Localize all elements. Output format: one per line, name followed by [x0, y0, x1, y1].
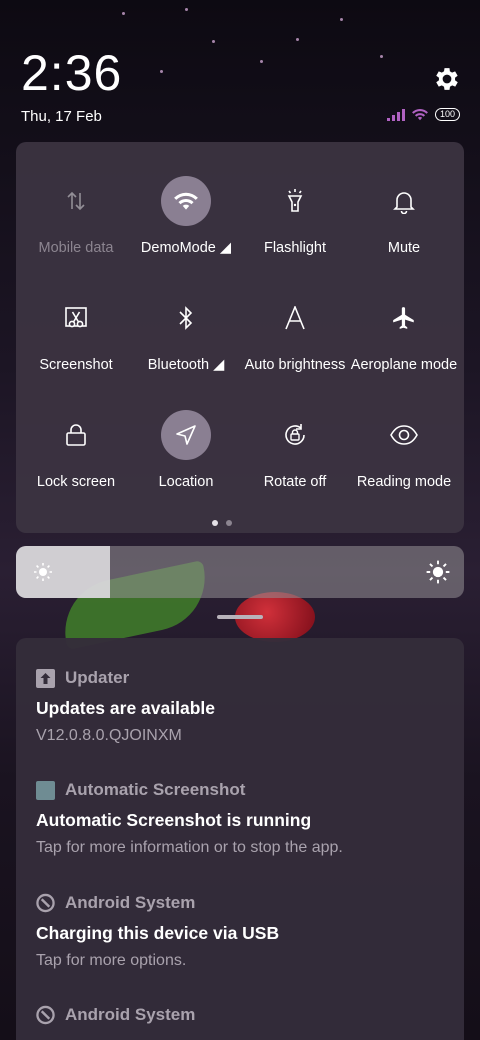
notification-app-name: Android System	[65, 1005, 196, 1024]
wifi-icon	[161, 176, 211, 226]
notification-text: Tap for more information or to stop the …	[36, 839, 343, 856]
tile-label: Flashlight	[263, 240, 327, 256]
notification-app-name: Updater	[65, 668, 130, 687]
tile-mobile-data[interactable]: Mobile data	[20, 142, 132, 256]
notification-card[interactable]: Automatic Screenshot Automatic Screensho…	[36, 778, 448, 857]
tile-label: Mute	[387, 240, 421, 256]
page-dot-active	[212, 520, 218, 526]
tile-bluetooth[interactable]: Bluetooth ◢	[130, 259, 242, 373]
notification-card[interactable]: Android System	[36, 1003, 448, 1027]
tile-demomode[interactable]: DemoMode ◢	[130, 142, 242, 256]
tile-screenshot[interactable]: Screenshot	[20, 259, 132, 373]
tile-label: Mobile data	[38, 240, 114, 256]
tile-label: DemoMode	[140, 240, 216, 256]
notification-title: Charging this device via USB	[36, 923, 280, 943]
tile-location[interactable]: Location	[130, 376, 242, 490]
auto-brightness-icon	[270, 293, 320, 343]
tile-reading-mode[interactable]: Reading mode	[348, 376, 460, 490]
tile-label: Auto brightness	[244, 357, 346, 373]
notification-card[interactable]: Android System Charging this device via …	[36, 891, 448, 970]
brightness-low-icon	[34, 563, 52, 581]
expand-arrow-icon: ◢	[213, 357, 225, 373]
quick-settings-panel: Mobile data DemoMode ◢ Flashlight Mute S…	[16, 142, 464, 533]
notification-text: Tap for more options.	[36, 952, 187, 969]
tile-lock-screen[interactable]: Lock screen	[20, 376, 132, 490]
battery-indicator: 100	[434, 108, 460, 121]
brightness-slider[interactable]	[16, 546, 464, 598]
flashlight-icon	[270, 176, 320, 226]
location-icon	[161, 410, 211, 460]
notification-list: Updater Updates are available V12.0.8.0.…	[16, 638, 464, 1040]
status-icons: 100	[386, 108, 460, 121]
eye-icon	[379, 410, 429, 460]
signal-icon	[386, 108, 405, 121]
rotate-lock-icon	[270, 410, 320, 460]
tile-auto-brightness[interactable]: Auto brightness	[239, 259, 351, 373]
lock-icon	[51, 410, 101, 460]
bluetooth-icon	[161, 293, 211, 343]
page-indicator	[212, 520, 232, 526]
tile-label: Rotate off	[263, 474, 327, 490]
app-square-icon	[36, 780, 55, 800]
drag-handle[interactable]	[217, 615, 263, 619]
date-label: Thu, 17 Feb	[21, 108, 102, 125]
brightness-fill	[16, 546, 111, 598]
tile-label: Reading mode	[356, 474, 452, 490]
clock-time: 2:36	[21, 45, 123, 101]
airplane-icon	[379, 293, 429, 343]
settings-gear-icon[interactable]	[432, 64, 462, 94]
tile-label: Lock screen	[36, 474, 116, 490]
notification-card[interactable]: Updater Updates are available V12.0.8.0.…	[36, 666, 448, 745]
scissors-icon	[51, 293, 101, 343]
notification-app-name: Android System	[65, 893, 196, 912]
notification-text: V12.0.8.0.QJOINXM	[36, 727, 182, 744]
android-system-icon	[36, 893, 55, 913]
tile-mute[interactable]: Mute	[348, 142, 460, 256]
bell-icon	[379, 176, 429, 226]
tile-flashlight[interactable]: Flashlight	[239, 142, 351, 256]
tile-rotate-off[interactable]: Rotate off	[239, 376, 351, 490]
page-dot	[226, 520, 232, 526]
mobile-data-icon	[51, 176, 101, 226]
tile-aeroplane-mode[interactable]: Aeroplane mode	[348, 259, 460, 373]
expand-arrow-icon: ◢	[219, 240, 232, 256]
android-system-icon	[36, 1005, 55, 1025]
tile-label: Location	[158, 474, 214, 490]
wifi-status-icon	[412, 109, 428, 121]
notification-app-name: Automatic Screenshot	[65, 780, 246, 799]
tile-label: Screenshot	[39, 357, 113, 373]
tile-label: Bluetooth	[147, 357, 210, 373]
notification-title: Automatic Screenshot is running	[36, 810, 312, 830]
notification-title: Updates are available	[36, 698, 215, 718]
brightness-high-icon	[426, 560, 450, 584]
updater-icon	[36, 668, 55, 688]
tile-label: Aeroplane mode	[350, 357, 458, 373]
